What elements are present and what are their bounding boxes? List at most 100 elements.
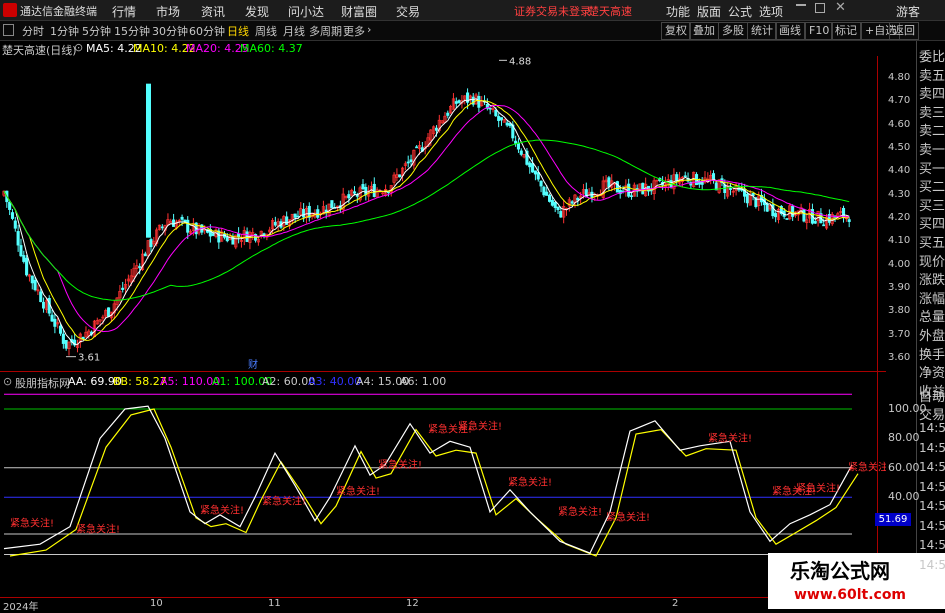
login-warning[interactable]: 证券交易未登录 xyxy=(514,3,591,19)
menu-item-caifuquan[interactable]: 财富圈 xyxy=(341,3,377,20)
period-multi[interactable]: 多周期 xyxy=(309,23,342,39)
period-fenshi[interactable]: 分时 xyxy=(22,23,44,39)
indicator-chart[interactable]: 紧急关注! 紧急关注! 紧急关注! 紧急关注! 紧急关注! 紧急关注! 紧急关注! 紧急关注!… xyxy=(0,388,886,596)
period-60min[interactable]: 60分钟 xyxy=(189,23,225,39)
candle-body xyxy=(138,266,142,268)
x-axis-line xyxy=(0,597,886,598)
btn-fanhui[interactable]: 返回 xyxy=(889,22,919,40)
candle-body xyxy=(42,301,46,309)
candle-body xyxy=(519,150,523,155)
candle-body xyxy=(64,339,68,349)
x-label-11: 11 xyxy=(268,598,281,609)
signal-label-14: 紧急关注! xyxy=(848,461,886,474)
panel-toggle-icon[interactable] xyxy=(3,24,14,36)
candle-body xyxy=(347,194,351,199)
btn-diejia[interactable]: 叠加 xyxy=(689,22,719,40)
indicator-a6: A6: 1.00 xyxy=(400,375,447,388)
candle-body xyxy=(641,182,645,195)
menu-item-jiaoyi[interactable]: 交易 xyxy=(396,3,420,20)
candle-body xyxy=(107,307,111,317)
trade-time-5: 14:56 xyxy=(919,519,945,533)
more-chevron-icon[interactable]: › xyxy=(367,23,371,36)
candle-body xyxy=(728,188,733,190)
chart-settings-icon[interactable]: ⊙ xyxy=(74,41,83,54)
candlestick-chart[interactable]: 4.88 3.61 财 xyxy=(0,56,886,372)
period-more[interactable]: 更多 xyxy=(343,23,365,39)
candle-body xyxy=(675,174,679,182)
candle-body xyxy=(629,195,634,198)
period-toolbar: 分时 1分钟 5分钟 15分钟 30分钟 60分钟 日线 周线 月线 多周期 更… xyxy=(0,21,945,41)
candle-body xyxy=(802,209,806,222)
event-marker: 财 xyxy=(248,358,258,371)
quote-item-12: 涨跌 xyxy=(919,273,945,288)
menu-item-gongneng[interactable]: 功能 xyxy=(666,3,690,20)
high-marker-label: 4.88 xyxy=(509,56,531,67)
candle-body xyxy=(361,184,365,190)
guest-label[interactable]: 游客 xyxy=(896,3,920,20)
period-weekly[interactable]: 周线 xyxy=(255,23,277,39)
btn-tongji[interactable]: 统计 xyxy=(747,22,777,40)
period-5min[interactable]: 5分钟 xyxy=(82,23,111,39)
candle-body xyxy=(737,188,741,191)
trade-time-4: 14:56 xyxy=(919,499,945,513)
candle-body xyxy=(211,233,215,236)
quote-item-5: 卖一 xyxy=(919,143,945,158)
menu-item-wenxiaoda[interactable]: 问小达 xyxy=(288,3,324,20)
candle-body xyxy=(186,219,190,233)
x-label-12: 12 xyxy=(406,598,419,609)
trade-time-1: 14:56 xyxy=(919,441,945,455)
menu-item-gongshi[interactable]: 公式 xyxy=(728,3,752,20)
period-30min[interactable]: 30分钟 xyxy=(152,23,188,39)
candle-body xyxy=(149,239,153,248)
candle-body xyxy=(528,162,532,168)
stock-name: 楚天高速 xyxy=(588,5,632,18)
signal-label-8: 紧急关注! xyxy=(508,475,552,488)
menu-item-xuanxiang[interactable]: 选项 xyxy=(759,3,783,20)
close-icon[interactable]: ✕ xyxy=(835,0,846,15)
period-15min[interactable]: 15分钟 xyxy=(114,23,150,39)
candle-body xyxy=(330,200,334,209)
period-daily[interactable]: 日线 xyxy=(227,23,249,39)
candle-body xyxy=(553,201,557,209)
candle-body xyxy=(180,216,184,220)
signal-label-13: 紧急关注! xyxy=(796,481,840,494)
candle-body xyxy=(33,279,37,291)
candle-body xyxy=(514,140,518,144)
candle-body xyxy=(225,236,229,242)
candle-body xyxy=(550,200,554,206)
candle-body xyxy=(446,112,450,116)
y-tick-9: 3.90 xyxy=(888,282,911,293)
menu-item-shichang[interactable]: 市场 xyxy=(156,3,180,20)
quote-item-11: 现价 xyxy=(919,255,945,270)
candle-body xyxy=(25,257,29,276)
y-tick-1: 4.70 xyxy=(888,95,911,107)
quote-item-10: 买五 xyxy=(919,236,945,251)
candle-body xyxy=(542,186,546,196)
candle-body xyxy=(785,218,789,220)
btn-duogu[interactable]: 多股 xyxy=(718,22,748,40)
period-1min[interactable]: 1分钟 xyxy=(50,23,79,39)
candle-body xyxy=(406,161,410,164)
indicator-settings-icon[interactable]: ⊙ xyxy=(3,375,12,388)
maximize-icon[interactable] xyxy=(815,3,825,13)
y-tick-11: 3.70 xyxy=(888,328,911,340)
btn-fuquan[interactable]: 复权 xyxy=(661,22,691,40)
candle-body xyxy=(352,191,357,194)
btn-huaxian[interactable]: 画线 xyxy=(775,22,805,40)
menu-bar: 通达信金融终端 行情 市场 资讯 发现 问小达 财富圈 交易 证券交易未登录 楚… xyxy=(0,0,945,21)
period-monthly[interactable]: 月线 xyxy=(283,23,305,39)
menu-item-faxian[interactable]: 发现 xyxy=(245,3,269,20)
menu-item-hangqing[interactable]: 行情 xyxy=(112,3,136,20)
y-tick-3: 4.50 xyxy=(888,142,911,153)
app-title: 通达信金融终端 xyxy=(20,5,97,18)
btn-biaoji[interactable]: 标记 xyxy=(831,22,861,40)
minimize-icon[interactable] xyxy=(796,4,806,6)
candle-body xyxy=(545,191,549,196)
pane-divider xyxy=(0,371,886,372)
ma60-label: MA60: 4.37 xyxy=(240,42,303,55)
btn-f10[interactable]: F10 xyxy=(805,22,834,40)
menu-item-banmian[interactable]: 版面 xyxy=(697,3,721,20)
ma5-line xyxy=(3,98,850,345)
watermark-url: www.60lt.com xyxy=(794,587,907,603)
menu-item-zixun[interactable]: 资讯 xyxy=(201,3,225,20)
